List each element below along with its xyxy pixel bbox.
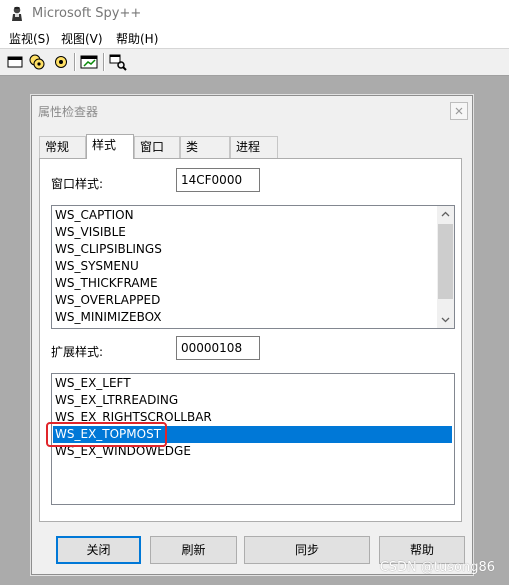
windows-icon[interactable]	[6, 53, 24, 71]
find-window-icon[interactable]	[109, 53, 127, 71]
list-item[interactable]: WS_SYSMENU	[55, 258, 139, 275]
dialog-title: 属性检查器	[38, 105, 99, 119]
menu-help[interactable]: 帮助(H)	[116, 30, 158, 47]
menu-monitor[interactable]: 监视(S)	[9, 30, 50, 47]
list-item[interactable]: WS_MINIMIZEBOX	[55, 309, 162, 326]
ex-style-value[interactable]: 00000108	[176, 336, 260, 360]
app-title-bar: Microsoft Spy++	[0, 0, 509, 28]
tab-windows[interactable]: 窗口	[134, 136, 180, 158]
close-icon	[455, 107, 463, 115]
list-item[interactable]: WS_THICKFRAME	[55, 275, 158, 292]
list-item[interactable]: WS_VISIBLE	[55, 224, 126, 241]
app-title: Microsoft Spy++	[32, 6, 142, 21]
list-item[interactable]: WS_CLIPSIBLINGS	[55, 241, 162, 258]
styles-tab-panel: 窗口样式: 14CF0000 WS_CAPTION WS_VISIBLE WS_…	[39, 158, 462, 522]
tab-class[interactable]: 类	[180, 136, 230, 158]
window-style-label: 窗口样式:	[51, 177, 104, 191]
refresh-button[interactable]: 刷新	[150, 536, 237, 564]
property-inspector-dialog: 属性检查器 常规 样式 窗口 类 进程 窗口样式: 14CF0000 WS_CA…	[31, 95, 473, 575]
annotation-highlight-box	[46, 422, 167, 447]
scroll-down-icon[interactable]	[437, 311, 454, 328]
list-item[interactable]: WS_EX_LTRREADING	[55, 392, 178, 409]
list-item[interactable]: WS_OVERLAPPED	[55, 292, 160, 309]
tab-general[interactable]: 常规	[39, 136, 86, 158]
sync-button[interactable]: 同步	[244, 536, 370, 564]
dialog-close-button[interactable]	[450, 102, 468, 120]
scroll-up-icon[interactable]	[437, 206, 454, 223]
list-item[interactable]: WS_EX_LEFT	[55, 375, 131, 392]
ex-style-label: 扩展样式:	[51, 345, 104, 359]
menu-view[interactable]: 视图(V)	[61, 30, 103, 47]
tab-styles[interactable]: 样式	[86, 134, 134, 159]
scrollbar-thumb[interactable]	[438, 224, 453, 299]
watermark: CSDN @tusong86	[379, 560, 495, 575]
close-button[interactable]: 关闭	[56, 536, 141, 564]
window-style-value[interactable]: 14CF0000	[176, 168, 260, 192]
tab-process[interactable]: 进程	[230, 136, 278, 158]
list-item[interactable]: WS_CAPTION	[55, 207, 134, 224]
processes-icon[interactable]	[28, 53, 46, 71]
messages-icon[interactable]	[80, 53, 98, 71]
window-style-list[interactable]: WS_CAPTION WS_VISIBLE WS_CLIPSIBLINGS WS…	[51, 205, 455, 329]
threads-icon[interactable]	[52, 53, 70, 71]
toolbar-separator	[74, 53, 76, 71]
toolbar-separator	[103, 53, 105, 71]
window-style-scrollbar[interactable]	[437, 206, 454, 328]
spy-app-icon	[12, 6, 22, 21]
toolbar	[0, 48, 509, 76]
menu-bar: 监视(S) 视图(V) 帮助(H)	[0, 28, 509, 48]
